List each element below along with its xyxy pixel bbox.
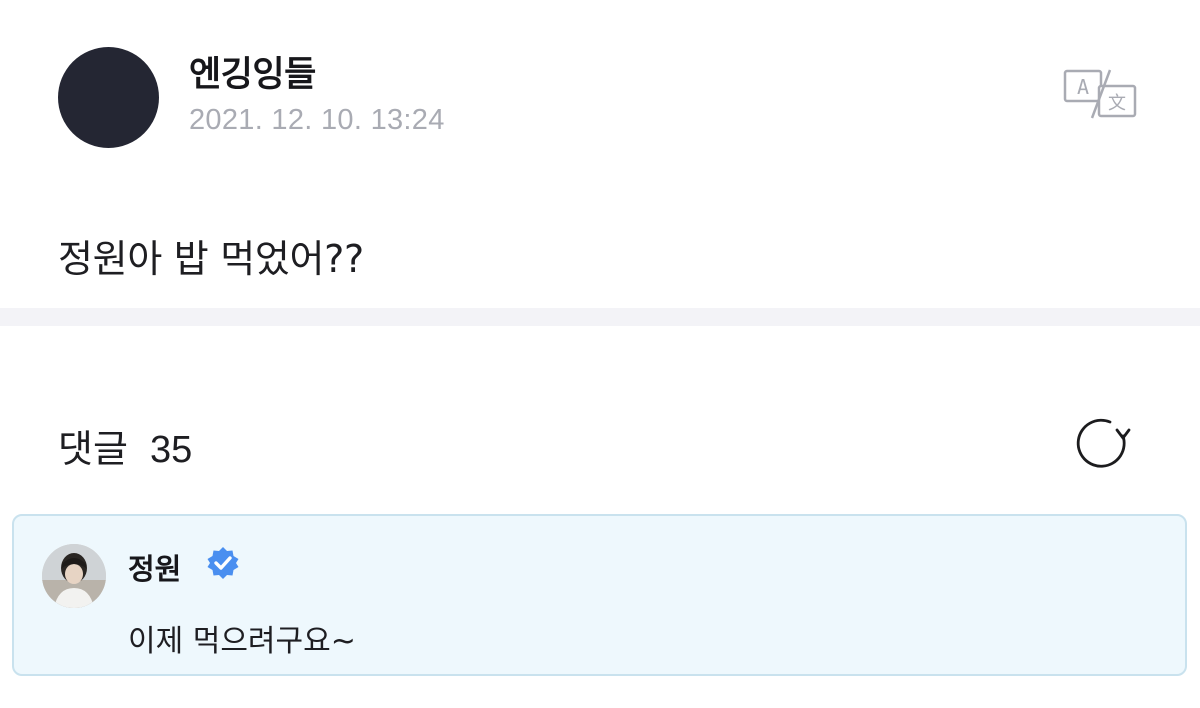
post-timestamp: 2021. 12. 10. 13:24 (189, 104, 445, 136)
comment-text: 이제 먹으려구요~ (128, 624, 356, 659)
verified-badge-icon (207, 547, 239, 579)
comment-avatar[interactable] (42, 544, 106, 608)
section-divider (0, 308, 1200, 326)
post-header: 엔깅잉들 2021. 12. 10. 13:24 A 文 (0, 0, 1200, 180)
svg-text:A: A (1077, 75, 1089, 99)
post-body: 정원아 밥 먹었어?? (58, 237, 364, 281)
comments-header: 댓글 35 (58, 418, 192, 473)
author-name[interactable]: 엔깅잉들 (189, 46, 316, 97)
author-avatar[interactable] (58, 47, 159, 148)
comment-author[interactable]: 정원 (128, 546, 181, 588)
refresh-icon (1076, 418, 1131, 468)
comments-count: 35 (150, 429, 193, 471)
translate-button[interactable]: A 文 (1062, 68, 1140, 120)
translate-icon: A 文 (1063, 69, 1137, 119)
refresh-button[interactable] (1072, 414, 1132, 470)
comments-label: 댓글 (58, 427, 128, 471)
svg-text:文: 文 (1108, 93, 1126, 114)
comment-item-highlighted[interactable]: 정원 이제 먹으려구요~ (12, 514, 1187, 676)
